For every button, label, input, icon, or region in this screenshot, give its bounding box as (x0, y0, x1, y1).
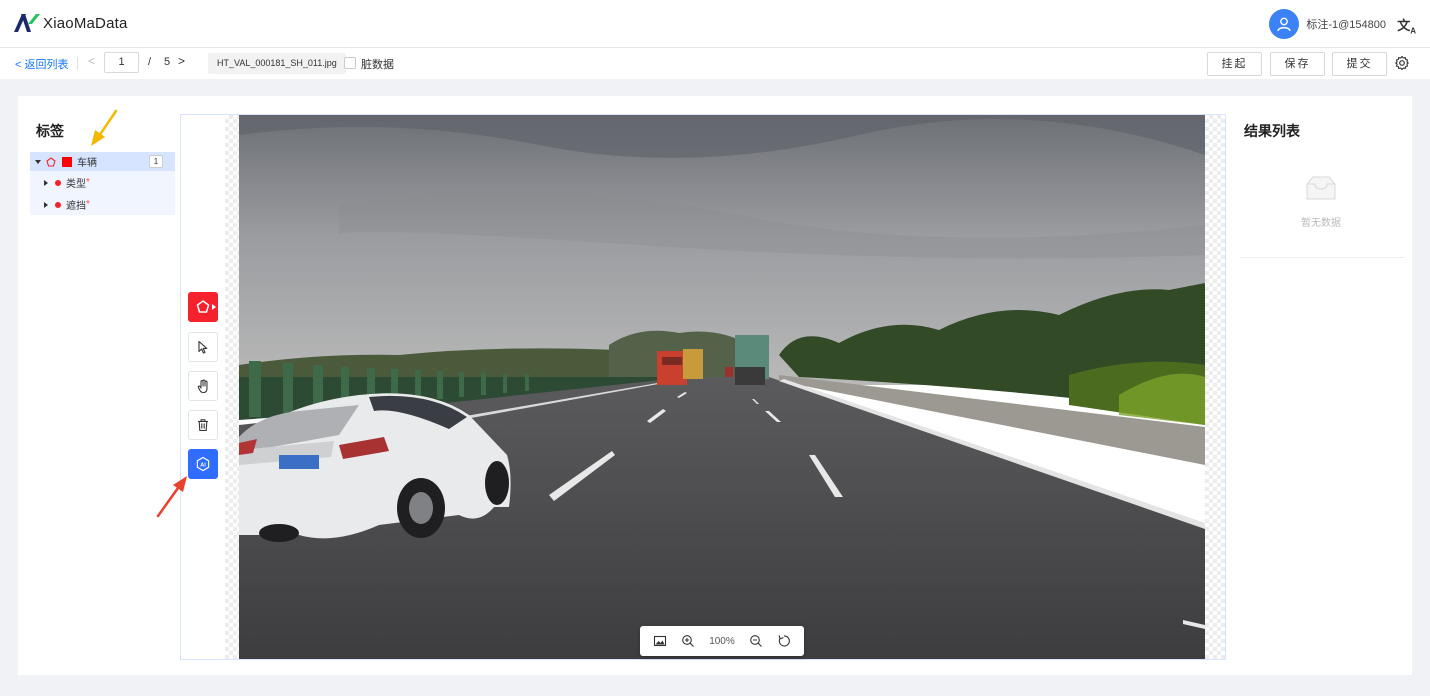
caret-right-icon (212, 304, 216, 310)
hand-icon (197, 378, 208, 393)
workspace-panel: 标签 车辆 1 类型 * 遮挡 * AI 100% 结果列表 暂无数据 (18, 96, 1412, 675)
toolbar: < 返回列表 < 1 / 5 > HT_VAL_000181_SH_011.jp… (0, 48, 1430, 79)
divider (77, 57, 78, 70)
dot-icon (55, 201, 61, 208)
tree-item-vehicle[interactable]: 车辆 1 (30, 152, 175, 171)
dot-icon (55, 179, 61, 186)
gear-icon[interactable] (1394, 55, 1410, 71)
svg-text:AI: AI (200, 462, 206, 468)
delete-tool-button[interactable] (188, 410, 218, 440)
zoom-level: 100% (709, 635, 735, 647)
polygon-icon (46, 156, 56, 167)
submit-button[interactable]: 提交 (1332, 52, 1387, 76)
pan-tool-button[interactable] (188, 371, 218, 401)
app-name: XiaoMaData (43, 14, 128, 32)
count-badge: 1 (149, 155, 163, 168)
rotate-icon[interactable] (777, 634, 791, 648)
polygon-icon (196, 300, 210, 313)
transparent-bg (225, 115, 239, 659)
page-separator: / (148, 56, 152, 68)
tree-item-label: 车辆 (77, 158, 97, 169)
filename-badge: HT_VAL_000181_SH_011.jpg (208, 53, 346, 74)
required-mark: * (86, 177, 90, 188)
page-input[interactable]: 1 (104, 52, 139, 73)
select-tool-button[interactable] (188, 332, 218, 362)
trash-icon (198, 419, 208, 432)
app-logo[interactable]: XiaoMaData (12, 12, 128, 34)
transparent-bg (1205, 115, 1225, 659)
total-pages: 5 (164, 56, 171, 68)
tree-item-label: 类型 (66, 179, 86, 190)
caret-right-icon[interactable] (44, 179, 48, 186)
user-icon (1277, 17, 1292, 32)
logo-icon (14, 14, 40, 32)
prev-page-button[interactable]: < (88, 54, 95, 68)
app-header: XiaoMaData 标注-1@154800 文A (0, 0, 1430, 48)
results-title: 结果列表 (1244, 123, 1300, 139)
cursor-icon (198, 340, 208, 354)
ai-icon: AI (196, 456, 210, 472)
ai-tool-button[interactable]: AI (188, 449, 218, 479)
back-to-list-link[interactable]: < 返回列表 (15, 56, 68, 72)
caret-right-icon[interactable] (44, 201, 48, 208)
next-page-button[interactable]: > (178, 54, 185, 68)
dirty-data-label: 脏数据 (361, 59, 394, 71)
labels-title: 标签 (36, 123, 64, 139)
zoom-out-icon[interactable] (749, 634, 763, 648)
avatar[interactable] (1269, 9, 1300, 39)
image-icon[interactable] (653, 634, 667, 648)
road-image[interactable] (239, 115, 1205, 659)
caret-down-icon[interactable] (35, 159, 41, 164)
tree-item-type[interactable]: 类型 * (30, 173, 175, 192)
translate-icon[interactable]: 文A (1397, 15, 1416, 36)
dirty-data-checkbox[interactable] (344, 57, 356, 69)
user-menu[interactable]: 标注-1@154800 (1269, 9, 1386, 39)
annotation-canvas[interactable]: AI 100% (180, 114, 1226, 660)
user-name: 标注-1@154800 (1306, 19, 1386, 31)
polygon-tool-button[interactable] (188, 292, 218, 322)
tree-item-label: 遮挡 (66, 201, 86, 212)
zoom-in-icon[interactable] (681, 634, 695, 648)
empty-inbox-icon (1306, 176, 1336, 200)
zoom-toolbar: 100% (640, 626, 804, 656)
empty-text: 暂无数据 (1301, 218, 1341, 229)
color-swatch (62, 156, 72, 167)
save-button[interactable]: 保存 (1270, 52, 1325, 76)
divider (1240, 257, 1405, 258)
tree-item-occlusion[interactable]: 遮挡 * (30, 195, 175, 214)
required-mark: * (86, 199, 90, 210)
suspend-button[interactable]: 挂起 (1207, 52, 1262, 76)
label-tree: 车辆 1 类型 * 遮挡 * (30, 152, 175, 215)
